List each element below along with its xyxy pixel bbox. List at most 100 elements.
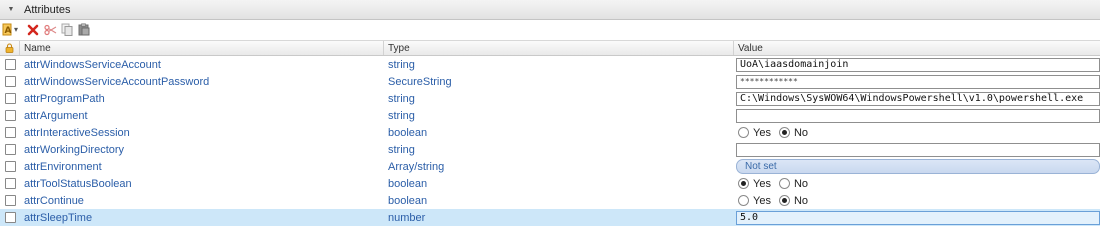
no-radio[interactable]	[778, 195, 790, 206]
row-checkbox[interactable]	[4, 110, 16, 121]
no-radio[interactable]	[778, 178, 790, 189]
value-field[interactable]	[736, 142, 1100, 157]
password-value-field[interactable]: ************	[736, 74, 1100, 89]
attribute-name[interactable]: attrInteractiveSession	[20, 124, 384, 141]
table-row[interactable]: attrWorkingDirectory string	[0, 141, 1100, 158]
paste-icon	[78, 23, 90, 36]
table-row[interactable]: attrProgramPath string C:\Windows\SysWOW64…	[0, 90, 1100, 107]
attribute-value-cell	[734, 141, 1100, 158]
yes-label[interactable]: Yes	[753, 178, 771, 190]
attribute-value-cell	[734, 107, 1100, 124]
attribute-name[interactable]: attrWindowsServiceAccount	[20, 56, 384, 73]
attribute-type[interactable]: string	[384, 90, 734, 107]
svg-text:A: A	[5, 26, 12, 36]
attributes-table: Name Type Value attrWindowsServiceAccoun…	[0, 40, 1100, 226]
table-row[interactable]: attrWindowsServiceAccountPassword SecureS…	[0, 73, 1100, 90]
attribute-type[interactable]: string	[384, 56, 734, 73]
no-label[interactable]: No	[794, 195, 808, 207]
table-row[interactable]: attrContinue boolean Yes No	[0, 192, 1100, 209]
no-radio[interactable]	[778, 127, 790, 138]
value-column-header[interactable]: Value	[734, 41, 1100, 55]
table-row[interactable]: attrEnvironment Array/string Not set	[0, 158, 1100, 175]
row-lock-cell	[0, 175, 20, 192]
row-checkbox[interactable]	[4, 76, 16, 87]
row-checkbox[interactable]	[4, 212, 16, 223]
not-set-button[interactable]: Not set	[736, 159, 1100, 174]
yes-no-radio-group: Yes No	[736, 195, 812, 207]
delete-button[interactable]	[26, 23, 40, 37]
attribute-type[interactable]: number	[384, 209, 734, 226]
attribute-value-cell: Not set	[734, 158, 1100, 175]
table-row[interactable]: attrToolStatusBoolean boolean Yes No	[0, 175, 1100, 192]
attribute-type[interactable]: boolean	[384, 124, 734, 141]
yes-no-radio-group: Yes No	[736, 178, 812, 190]
lock-column-header[interactable]	[0, 41, 20, 55]
type-column-header[interactable]: Type	[384, 41, 734, 55]
attribute-type[interactable]: boolean	[384, 192, 734, 209]
attribute-type[interactable]: Array/string	[384, 158, 734, 175]
yes-radio[interactable]	[738, 195, 749, 206]
attribute-value-cell: Yes No	[734, 192, 1100, 209]
row-checkbox[interactable]	[4, 59, 16, 70]
no-label[interactable]: No	[794, 178, 808, 190]
row-checkbox[interactable]	[4, 161, 16, 172]
yes-label[interactable]: Yes	[753, 127, 771, 139]
attribute-name[interactable]: attrWindowsServiceAccountPassword	[20, 73, 384, 90]
attributes-section-header[interactable]: ▼ Attributes	[0, 0, 1100, 20]
yes-radio[interactable]	[738, 127, 749, 138]
row-checkbox[interactable]	[4, 93, 16, 104]
attributes-panel: ▼ Attributes A ▾ Name Type Value attrWin…	[0, 0, 1100, 229]
attribute-value-cell: Yes No	[734, 175, 1100, 192]
attributes-toolbar: A ▾	[0, 20, 1100, 39]
row-checkbox[interactable]	[4, 195, 16, 206]
attribute-type[interactable]: boolean	[384, 175, 734, 192]
attribute-name[interactable]: attrContinue	[20, 192, 384, 209]
attribute-value-cell: C:\Windows\SysWOW64\WindowsPowershell\v1…	[734, 90, 1100, 107]
radio-selected-dot	[781, 130, 787, 135]
row-checkbox[interactable]	[4, 178, 16, 189]
row-lock-cell	[0, 124, 20, 141]
radio-selected-dot	[781, 198, 787, 203]
collapse-triangle-icon[interactable]: ▼	[6, 5, 16, 15]
paste-button[interactable]	[77, 23, 91, 37]
copy-button[interactable]	[60, 23, 74, 37]
row-checkbox[interactable]	[4, 127, 16, 138]
table-row[interactable]: attrSleepTime number 5.0	[0, 209, 1100, 226]
attribute-name[interactable]: attrArgument	[20, 107, 384, 124]
attribute-name[interactable]: attrEnvironment	[20, 158, 384, 175]
name-column-header[interactable]: Name	[20, 41, 384, 55]
cut-button[interactable]	[43, 23, 57, 37]
copy-icon	[61, 23, 73, 36]
attribute-name[interactable]: attrWorkingDirectory	[20, 141, 384, 158]
row-lock-cell	[0, 141, 20, 158]
table-header: Name Type Value	[0, 40, 1100, 56]
attribute-name[interactable]: attrToolStatusBoolean	[20, 175, 384, 192]
row-lock-cell	[0, 56, 20, 73]
row-lock-cell	[0, 107, 20, 124]
attribute-name[interactable]: attrSleepTime	[20, 209, 384, 226]
row-lock-cell	[0, 73, 20, 90]
table-row[interactable]: attrInteractiveSession boolean Yes No	[0, 124, 1100, 141]
attribute-name[interactable]: attrProgramPath	[20, 90, 384, 107]
scissors-icon	[43, 24, 56, 35]
yes-label[interactable]: Yes	[753, 195, 771, 207]
row-lock-cell	[0, 209, 20, 226]
attribute-type[interactable]: string	[384, 107, 734, 124]
table-row[interactable]: attrWindowsServiceAccount string UoA\iaasd…	[0, 56, 1100, 73]
attribute-value-cell: 5.0	[734, 209, 1100, 226]
row-lock-cell	[0, 158, 20, 175]
value-field[interactable]	[736, 108, 1100, 123]
yes-radio[interactable]	[738, 178, 749, 189]
attribute-type[interactable]: SecureString	[384, 73, 734, 90]
table-row[interactable]: attrArgument string	[0, 107, 1100, 124]
value-field[interactable]: 5.0	[736, 210, 1100, 225]
value-field[interactable]: C:\Windows\SysWOW64\WindowsPowershell\v1…	[736, 91, 1100, 106]
add-attribute-button[interactable]: A ▾	[1, 23, 23, 37]
red-x-icon	[27, 24, 39, 35]
add-dropdown-arrow-icon[interactable]: ▾	[14, 25, 18, 34]
row-checkbox[interactable]	[4, 144, 16, 155]
value-field[interactable]: UoA\iaasdomainjoin	[736, 57, 1100, 72]
no-label[interactable]: No	[794, 127, 808, 139]
attribute-type[interactable]: string	[384, 141, 734, 158]
row-lock-cell	[0, 90, 20, 107]
